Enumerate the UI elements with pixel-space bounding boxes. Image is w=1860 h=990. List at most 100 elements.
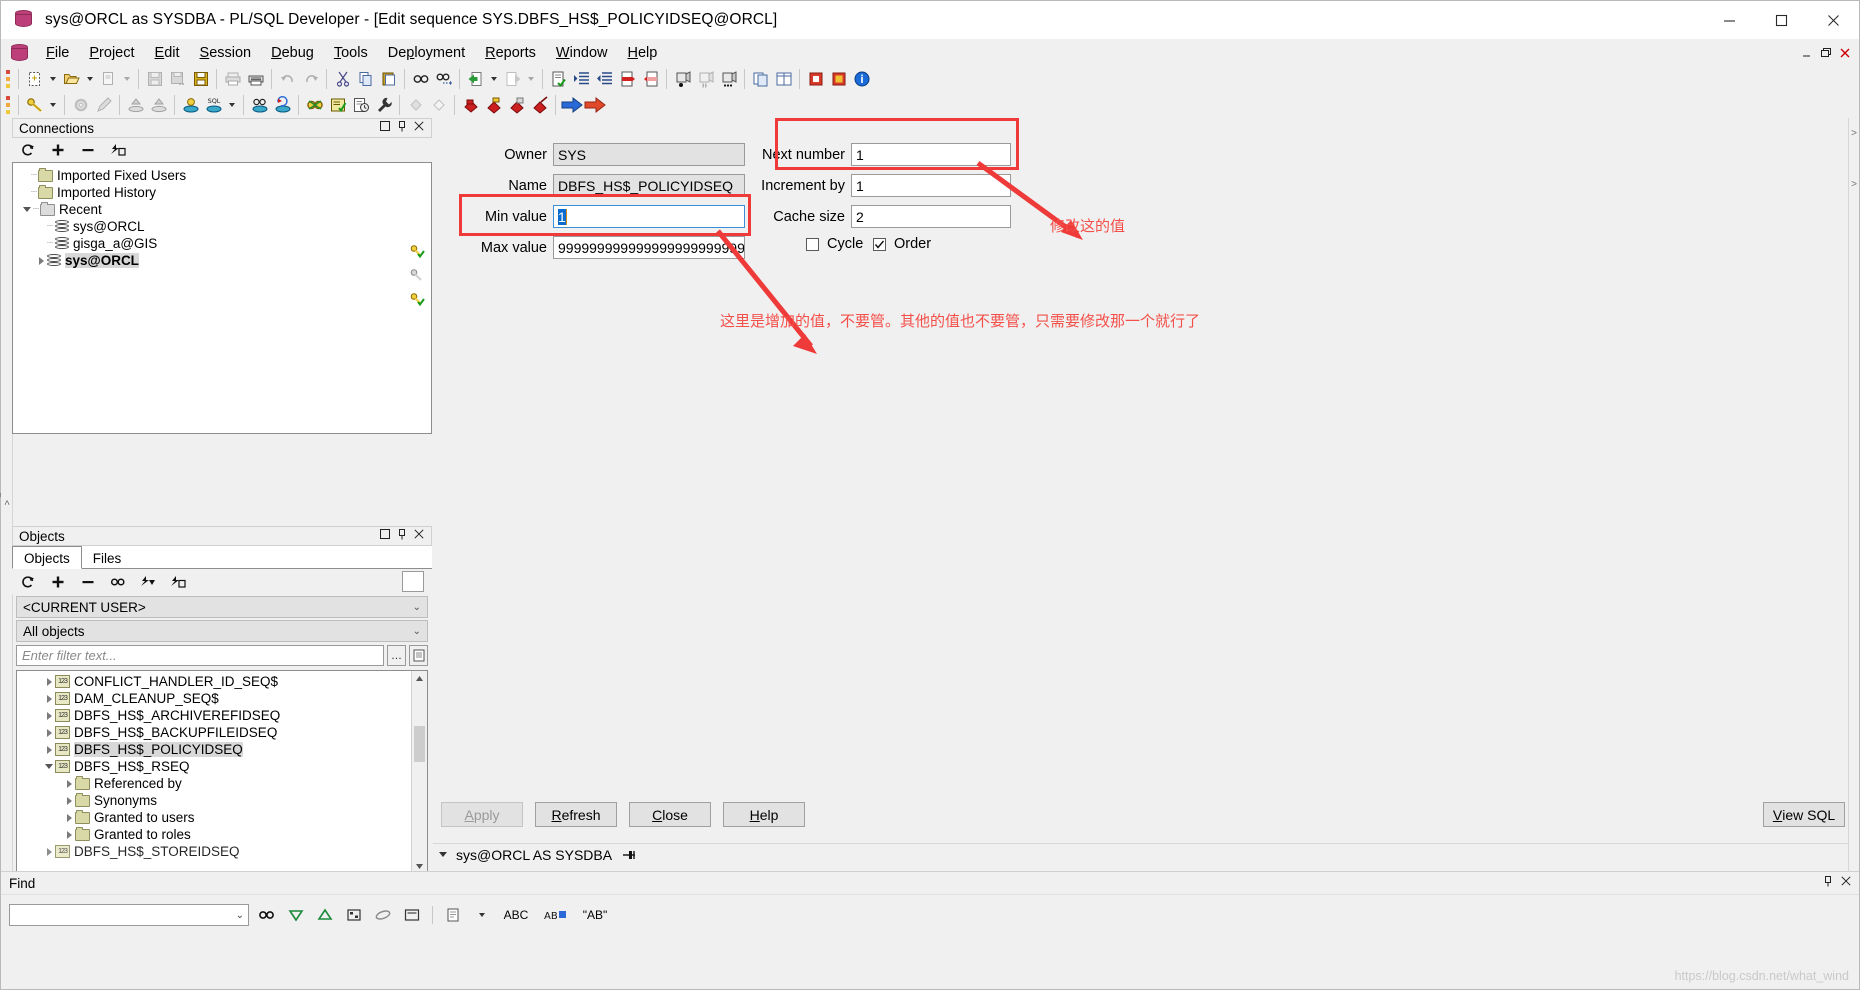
mdi-restore-icon[interactable] xyxy=(1817,44,1834,61)
expand-twisty-icon[interactable] xyxy=(35,252,47,269)
outdent-icon[interactable] xyxy=(593,68,616,90)
remove-icon[interactable] xyxy=(80,142,96,158)
next-icon[interactable] xyxy=(501,68,524,90)
window-maximize-button[interactable] xyxy=(1755,1,1807,39)
add-icon[interactable] xyxy=(50,142,66,158)
mdi-minimize-icon[interactable] xyxy=(1798,44,1815,61)
toolbar-grip[interactable] xyxy=(4,69,11,89)
window-minimize-button[interactable] xyxy=(1703,1,1755,39)
copy-connection-icon[interactable] xyxy=(110,142,126,158)
tree-item-selected-sequence[interactable]: 123 DBFS_HS$_POLICYIDSEQ xyxy=(17,741,427,758)
menu-window[interactable]: Window xyxy=(546,42,618,64)
tab-files[interactable]: Files xyxy=(81,546,133,568)
add-icon[interactable] xyxy=(50,574,66,590)
previous-icon[interactable] xyxy=(464,68,487,90)
refresh-icon[interactable] xyxy=(20,142,36,158)
test-window-icon[interactable] xyxy=(248,94,271,116)
sql-caret[interactable] xyxy=(225,94,239,116)
break-disabled-icon[interactable] xyxy=(404,94,427,116)
paste-icon[interactable] xyxy=(377,68,400,90)
expand-twisty-icon[interactable] xyxy=(43,673,55,690)
objects-pin-icon[interactable] xyxy=(397,529,407,543)
stop-all-icon[interactable] xyxy=(827,68,850,90)
menu-session[interactable]: Session xyxy=(190,42,262,64)
menu-help[interactable]: Help xyxy=(618,42,668,64)
refresh-button[interactable]: Refresh xyxy=(535,802,617,827)
save-all-icon[interactable] xyxy=(166,68,189,90)
menu-file[interactable]: File xyxy=(36,42,79,64)
objects-tree[interactable]: 123 CONFLICT_HANDLER_ID_SEQ$ 123 DAM_CLE… xyxy=(16,670,428,875)
filter-icon[interactable] xyxy=(140,574,156,590)
explain-plan-icon[interactable] xyxy=(303,94,326,116)
info-icon[interactable] xyxy=(850,68,873,90)
remove-icon[interactable] xyxy=(80,574,96,590)
menu-debug[interactable]: Debug xyxy=(261,42,324,64)
tab-objects[interactable]: Objects xyxy=(12,546,82,569)
next-caret[interactable] xyxy=(524,68,538,90)
play-more-icon[interactable] xyxy=(717,68,740,90)
expand-twisty-icon[interactable] xyxy=(63,809,75,826)
import-icon[interactable] xyxy=(124,94,147,116)
blue-arrow-icon[interactable] xyxy=(560,94,583,116)
tree-item[interactable]: Granted to roles xyxy=(17,826,427,843)
tree-item[interactable]: 123 DBFS_HS$_BACKUPFILEIDSEQ xyxy=(17,724,427,741)
redo-icon[interactable] xyxy=(299,68,322,90)
regex-ab-icon[interactable]: "AB" xyxy=(578,904,612,926)
whole-word-icon[interactable]: AB xyxy=(539,904,571,926)
pause-icon[interactable] xyxy=(694,68,717,90)
objects-tree-scrollbar[interactable] xyxy=(411,671,427,874)
new-icon[interactable] xyxy=(23,68,46,90)
find-up-icon[interactable] xyxy=(314,904,336,926)
objects-options-box[interactable] xyxy=(402,571,424,592)
compile-icon[interactable] xyxy=(547,68,570,90)
find-pin-icon[interactable] xyxy=(1823,876,1833,890)
undo-icon[interactable] xyxy=(276,68,299,90)
tree-item[interactable]: 123 DBFS_HS$_ARCHIVEREFIDSEQ xyxy=(17,707,427,724)
save-icon[interactable] xyxy=(143,68,166,90)
save-package-icon[interactable] xyxy=(189,68,212,90)
print-setup-icon[interactable] xyxy=(244,68,267,90)
copy-icon[interactable] xyxy=(170,574,186,590)
step-out-icon[interactable] xyxy=(528,94,551,116)
tree-item-active-connection[interactable]: sys@ORCL xyxy=(13,252,431,269)
chevron-down-icon[interactable]: ⌄ xyxy=(236,910,248,921)
expand-twisty-icon[interactable] xyxy=(63,826,75,843)
expand-twisty-icon[interactable] xyxy=(43,724,55,741)
mdi-close-icon[interactable] xyxy=(1836,44,1853,61)
window-tile-icon[interactable] xyxy=(772,68,795,90)
session-icon[interactable] xyxy=(179,94,202,116)
sql-window-icon[interactable]: SQL xyxy=(202,94,225,116)
copy-results-icon[interactable] xyxy=(442,904,464,926)
tree-item[interactable]: 123 DBFS_HS$_RSEQ xyxy=(17,758,427,775)
tree-item[interactable]: Granted to users xyxy=(17,809,427,826)
comment-icon[interactable] xyxy=(616,68,639,90)
find-close-icon[interactable] xyxy=(1841,876,1851,890)
expand-twisty-icon[interactable] xyxy=(63,775,75,792)
expand-twisty-icon[interactable] xyxy=(43,741,55,758)
new-dropdown-caret[interactable] xyxy=(46,68,60,90)
in-selection-icon[interactable] xyxy=(401,904,423,926)
print-preview-icon[interactable] xyxy=(97,68,120,90)
stop-icon[interactable] xyxy=(804,68,827,90)
tree-item[interactable]: 123 DBFS_HS$_STOREIDSEQ xyxy=(17,843,427,860)
find-input[interactable]: ⌄ xyxy=(9,904,249,926)
pencil-icon[interactable] xyxy=(92,94,115,116)
objects-close-icon[interactable] xyxy=(414,529,424,543)
record-icon[interactable] xyxy=(671,68,694,90)
pin-connection-icon[interactable] xyxy=(621,847,637,863)
help-button[interactable]: Help xyxy=(723,802,805,827)
connections-maximize-icon[interactable] xyxy=(380,121,390,135)
tree-item[interactable]: ┈ Imported History xyxy=(13,184,431,201)
expand-twisty-open-icon[interactable] xyxy=(21,201,33,218)
order-checkbox-row[interactable]: Order xyxy=(873,236,931,252)
breakpoint-icon[interactable] xyxy=(459,94,482,116)
connections-tree[interactable]: ┈ Imported Fixed Users ┈ Imported Histor… xyxy=(12,162,432,434)
right-expand-icon-2[interactable]: > xyxy=(1851,179,1857,190)
scrollbar-thumb[interactable] xyxy=(414,726,425,762)
filter-input[interactable]: Enter filter text... xyxy=(16,645,384,666)
step-over-icon[interactable] xyxy=(482,94,505,116)
view-sql-button[interactable]: View SQL xyxy=(1763,802,1845,827)
match-case-abc-icon[interactable]: ABC xyxy=(500,904,532,926)
step-into-icon[interactable] xyxy=(505,94,528,116)
print-dropdown-caret[interactable] xyxy=(120,68,134,90)
